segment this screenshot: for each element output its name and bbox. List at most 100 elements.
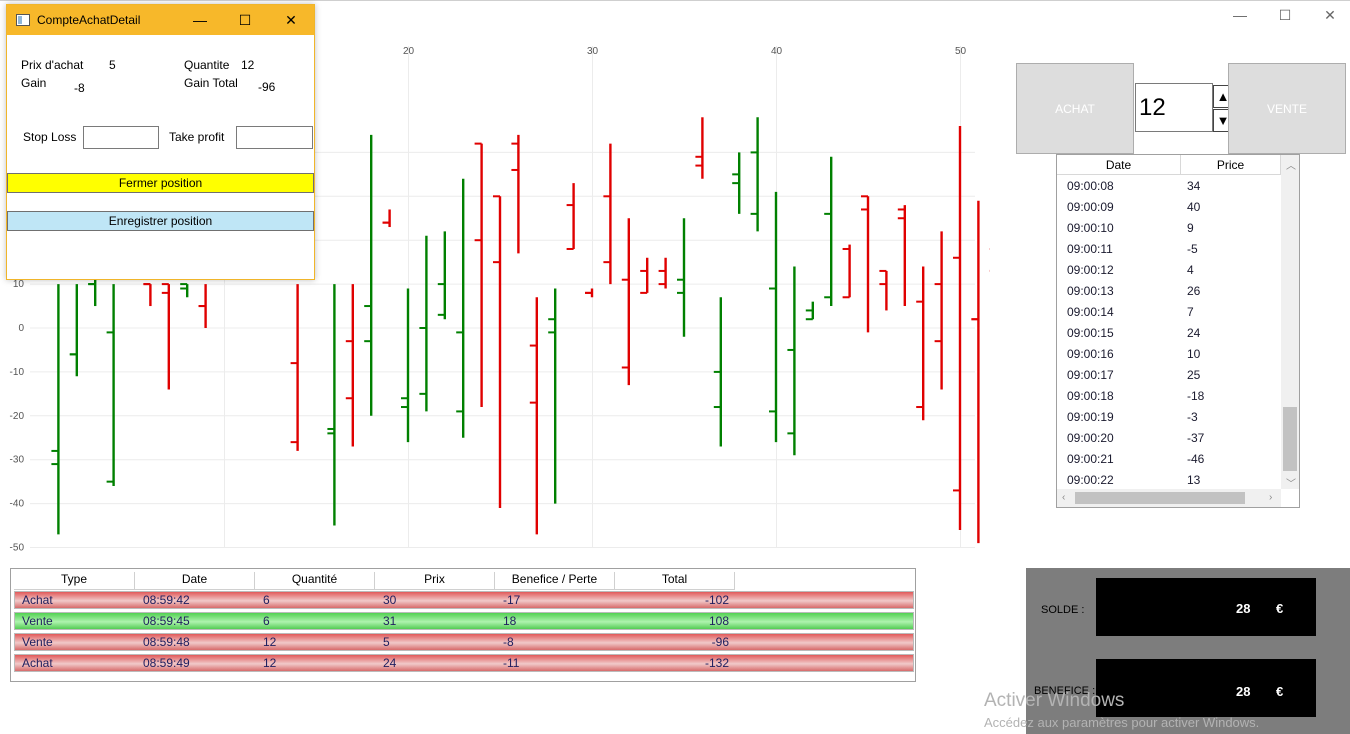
gain-value: -8 (74, 81, 85, 95)
quantite-value: 12 (241, 58, 255, 72)
pos-header-date[interactable]: Date (135, 572, 255, 590)
tick-price-cell[interactable]: -18 (1187, 389, 1204, 403)
benefice-value: 28 (1236, 684, 1251, 699)
tick-price-cell[interactable]: 34 (1187, 179, 1200, 193)
main-maximize-icon[interactable]: ☐ (1275, 6, 1295, 24)
tick-price-cell[interactable]: -46 (1187, 452, 1204, 466)
tick-date-cell[interactable]: 09:00:19 (1067, 410, 1114, 424)
tick-price-cell[interactable]: -5 (1187, 242, 1198, 256)
prix-achat-value: 5 (109, 58, 116, 72)
pos-total-cell: -132 (704, 656, 729, 670)
ticks-horizontal-thumb[interactable] (1075, 492, 1245, 504)
pos-date-cell: 08:59:45 (143, 614, 190, 628)
pos-qty-cell: 6 (263, 593, 270, 607)
y-tick-label: -50 (10, 543, 25, 554)
tick-price-cell[interactable]: 26 (1187, 284, 1200, 298)
pos-header-total[interactable]: Total (615, 572, 735, 590)
dialog-title: CompteAchatDetail (37, 13, 141, 27)
y-tick-label: 0 (18, 323, 24, 334)
main-close-icon[interactable]: ✕ (1320, 6, 1340, 24)
top-border (0, 0, 1350, 1)
tick-date-cell[interactable]: 09:00:21 (1067, 452, 1114, 466)
pos-qty-cell: 6 (263, 614, 270, 628)
quantity-input[interactable]: 12 (1135, 83, 1213, 132)
pos-type-cell: Achat (22, 593, 53, 607)
pos-header-benefice[interactable]: Benefice / Perte (495, 572, 615, 590)
y-tick-label: -20 (10, 411, 25, 422)
pos-header-quantite[interactable]: Quantité (255, 572, 375, 590)
tick-price-cell[interactable]: -3 (1187, 410, 1198, 424)
pos-header-prix[interactable]: Prix (375, 572, 495, 590)
dialog-close-icon[interactable]: ✕ (281, 11, 301, 29)
tick-date-cell[interactable]: 09:00:22 (1067, 473, 1114, 487)
tick-price-cell[interactable]: 4 (1187, 263, 1194, 277)
tick-date-cell[interactable]: 09:00:10 (1067, 221, 1114, 235)
tick-date-cell[interactable]: 09:00:11 (1067, 242, 1113, 256)
scroll-down-icon[interactable]: ﹀ (1286, 475, 1296, 490)
pos-qty-cell: 12 (263, 635, 277, 649)
tick-price-cell[interactable]: -37 (1187, 431, 1204, 445)
solde-label: SOLDE : (1041, 604, 1085, 616)
stop-loss-label: Stop Loss (23, 130, 77, 144)
pos-qty-cell: 12 (263, 656, 277, 670)
y-tick-label: -10 (10, 367, 25, 378)
buy-button-label: ACHAT (1055, 101, 1095, 116)
scroll-up-icon[interactable]: ︿ (1286, 157, 1296, 172)
pos-date-cell: 08:59:49 (143, 656, 190, 670)
pos-date-cell: 08:59:48 (143, 635, 190, 649)
tick-date-cell[interactable]: 09:00:20 (1067, 431, 1114, 445)
position-row[interactable]: Achat 08:59:42 6 30 -17 -102 (14, 591, 914, 609)
position-row[interactable]: Vente 08:59:45 6 31 18 108 (14, 612, 914, 630)
y-tick-label: 10 (13, 279, 25, 290)
tick-date-cell[interactable]: 09:00:15 (1067, 326, 1114, 340)
tick-date-cell[interactable]: 09:00:08 (1067, 179, 1114, 193)
tick-date-cell[interactable]: 09:00:13 (1067, 284, 1114, 298)
ticks-header-date[interactable]: Date (1057, 155, 1181, 175)
save-position-button[interactable]: Enregistrer position (7, 211, 314, 231)
ticks-header-price[interactable]: Price (1181, 155, 1281, 175)
tick-price-cell[interactable]: 13 (1187, 473, 1200, 487)
tick-price-cell[interactable]: 7 (1187, 305, 1194, 319)
sell-button-label: VENTE (1266, 101, 1307, 116)
tick-date-cell[interactable]: 09:00:09 (1067, 200, 1114, 214)
tick-price-cell[interactable]: 10 (1187, 347, 1200, 361)
take-profit-input[interactable] (236, 126, 313, 149)
dialog-maximize-icon[interactable]: ☐ (235, 11, 255, 29)
tick-date-cell[interactable]: 09:00:12 (1067, 263, 1114, 277)
pos-prix-cell: 31 (383, 614, 397, 628)
tick-date-cell[interactable]: 09:00:17 (1067, 368, 1114, 382)
scroll-left-icon[interactable]: ‹ (1062, 492, 1065, 503)
scroll-right-icon[interactable]: › (1269, 492, 1272, 503)
buy-button[interactable]: ACHAT (1016, 63, 1134, 154)
tick-price-cell[interactable]: 25 (1187, 368, 1200, 382)
ticks-vertical-thumb[interactable] (1283, 407, 1297, 471)
pos-total-cell: -96 (711, 635, 729, 649)
dialog-minimize-icon[interactable]: — (190, 11, 210, 29)
pos-prix-cell: 24 (383, 656, 397, 670)
pos-total-cell: -102 (704, 593, 729, 607)
main-minimize-icon[interactable]: — (1230, 6, 1250, 24)
position-row[interactable]: Achat 08:59:49 12 24 -11 -132 (14, 654, 914, 672)
prix-achat-label: Prix d'achat (21, 58, 84, 72)
pos-pl-cell: -11 (503, 656, 520, 670)
pos-header-type[interactable]: Type (14, 572, 135, 590)
pos-date-cell: 08:59:42 (143, 593, 190, 607)
tick-price-cell[interactable]: 24 (1187, 326, 1200, 340)
tick-date-cell[interactable]: 09:00:14 (1067, 305, 1114, 319)
tick-price-cell[interactable]: 9 (1187, 221, 1194, 235)
activation-watermark-text: Accédez aux paramètres pour activer Wind… (984, 715, 1260, 730)
tick-price-cell[interactable]: 40 (1187, 200, 1200, 214)
sell-button[interactable]: VENTE (1228, 63, 1346, 154)
ticks-grid[interactable]: Date Price 09:00:08 34 09:00:09 40 09:00:10 9… (1056, 154, 1300, 508)
tick-date-cell[interactable]: 09:00:16 (1067, 347, 1114, 361)
stop-loss-input[interactable] (83, 126, 159, 149)
pos-prix-cell: 5 (383, 635, 390, 649)
pos-prix-cell: 30 (383, 593, 397, 607)
positions-table[interactable]: Type Date Quantité Prix Benefice / Perte… (10, 568, 916, 682)
close-position-button[interactable]: Fermer position (7, 173, 314, 193)
pos-pl-cell: 18 (503, 614, 517, 628)
compte-achat-detail-dialog: CompteAchatDetail — ☐ ✕ Prix d'achat 5 Q… (6, 4, 315, 280)
gain-label: Gain (21, 76, 47, 90)
tick-date-cell[interactable]: 09:00:18 (1067, 389, 1114, 403)
position-row[interactable]: Vente 08:59:48 12 5 -8 -96 (14, 633, 914, 651)
